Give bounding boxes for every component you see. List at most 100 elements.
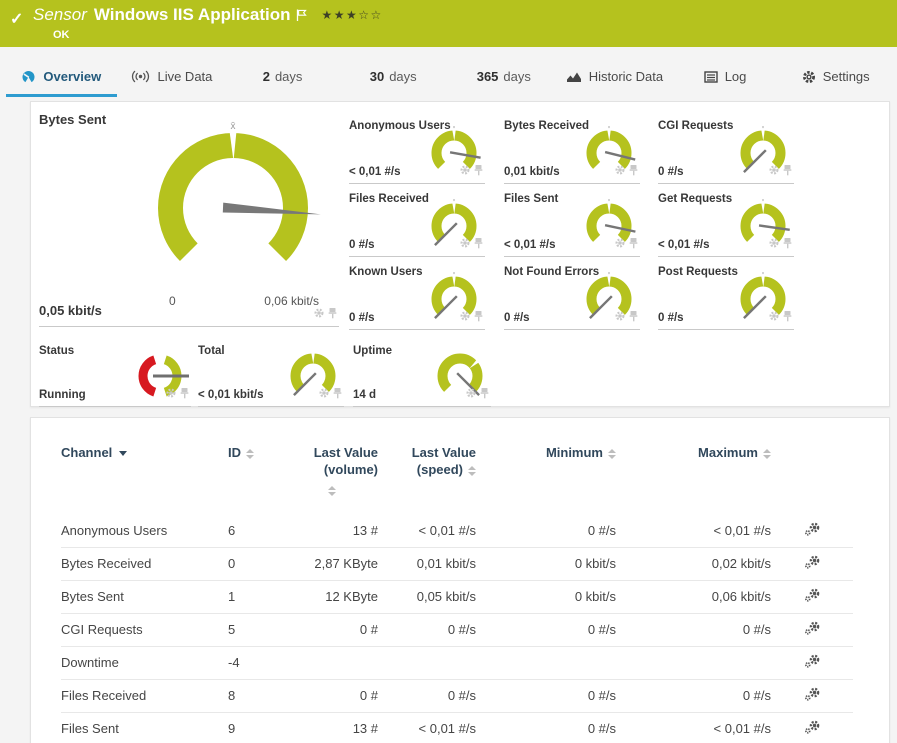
pin-icon[interactable] [783, 238, 792, 249]
gauge-value: 0 #/s [349, 239, 375, 251]
pin-icon[interactable] [333, 388, 342, 399]
page-title: Windows IIS Application [93, 5, 291, 24]
gear-icon[interactable] [615, 311, 625, 321]
pin-icon[interactable] [480, 388, 489, 399]
gauge-cell-known-users[interactable]: Known Users 0 #/s [349, 266, 485, 330]
gauge-cell-not-found-errors[interactable]: Not Found Errors 0 #/s [504, 266, 640, 330]
pin-icon[interactable] [328, 308, 337, 319]
tab-label: Settings [822, 69, 870, 84]
sort-icon [328, 485, 336, 496]
gauge-cell-files-received[interactable]: Files Received 0 #/s [349, 193, 485, 257]
gauge-cell-bytes-received[interactable]: Bytes Received 0,01 kbit/s [504, 120, 640, 184]
channel-settings-icon[interactable] [804, 687, 821, 704]
column-header-id[interactable]: ID [228, 444, 286, 514]
channel-name[interactable]: Files Sent [61, 712, 228, 743]
gauge-cell-uptime[interactable]: Uptime 14 d [353, 345, 491, 407]
channel-name[interactable]: Files Received [61, 679, 228, 713]
flag-icon[interactable] [296, 9, 308, 22]
channel-settings-icon[interactable] [804, 621, 821, 638]
pin-icon[interactable] [783, 311, 792, 322]
gauge-value: 0 #/s [504, 312, 530, 324]
tab-number: 2 [262, 69, 270, 84]
gauge-cell-files-sent[interactable]: Files Sent < 0,01 #/s [504, 193, 640, 257]
gauge-value: 14 d [353, 389, 377, 401]
channel-settings-icon[interactable] [804, 555, 821, 572]
tab-365-days[interactable]: 365 days [449, 59, 560, 97]
tab-log[interactable]: Log [670, 59, 781, 97]
sensor-header: ✓ Sensor Windows IIS Application ★★★☆☆ O… [0, 0, 897, 47]
gauge-value: 0 #/s [658, 312, 684, 324]
stars-filled: ★★★ [321, 8, 359, 22]
gear-icon[interactable] [769, 311, 779, 321]
gauge-value: < 0,01 #/s [504, 239, 556, 251]
gear-icon[interactable] [460, 311, 470, 321]
channel-settings-icon[interactable] [804, 720, 821, 737]
gauge-value: < 0,01 #/s [658, 239, 710, 251]
tab-overview[interactable]: Overview [6, 59, 117, 97]
gauge-cell-cgi-requests[interactable]: CGI Requests 0 #/s [658, 120, 794, 184]
pin-icon[interactable] [180, 388, 189, 399]
gear-icon[interactable] [319, 388, 329, 398]
gauge-cell-get-requests[interactable]: Get Requests < 0,01 #/s [658, 193, 794, 257]
status-badge: OK [53, 29, 70, 41]
sort-icon [246, 448, 254, 459]
channel-name[interactable]: CGI Requests [61, 613, 228, 647]
channel-settings-icon[interactable] [804, 588, 821, 605]
gear-icon[interactable] [460, 238, 470, 248]
column-header-channel[interactable]: Channel [61, 444, 228, 514]
gauge-value: 0,05 kbit/s [39, 303, 102, 318]
tab-2-days[interactable]: 2 days [227, 59, 338, 97]
sort-icon [468, 465, 476, 476]
pin-icon[interactable] [629, 238, 638, 249]
sort-desc-icon [119, 451, 128, 457]
pin-icon[interactable] [474, 165, 483, 176]
tab-historic-data[interactable]: Historic Data [559, 59, 670, 97]
gear-icon[interactable] [314, 308, 324, 318]
gear-icon[interactable] [769, 238, 779, 248]
pin-icon[interactable] [474, 238, 483, 249]
bytes-sent-gauge: x̄ [158, 121, 321, 262]
priority-stars[interactable]: ★★★☆☆ [321, 4, 382, 26]
pin-icon[interactable] [629, 165, 638, 176]
tab-label: days [503, 69, 531, 84]
channel-name[interactable]: Downtime [61, 646, 228, 680]
channel-settings-icon[interactable] [804, 522, 821, 539]
channel-name[interactable]: Bytes Received [61, 547, 228, 581]
pin-icon[interactable] [474, 311, 483, 322]
average-marker: x̄ [231, 121, 236, 132]
gear-icon[interactable] [615, 165, 625, 175]
gear-icon[interactable] [615, 238, 625, 248]
column-header-last-value-speed[interactable]: Last Value (speed) [378, 444, 476, 514]
gear-icon [802, 70, 815, 83]
tab-live-data[interactable]: Live Data [117, 59, 228, 97]
column-header-last-value-volume[interactable]: Last Value (volume) [286, 444, 378, 514]
gauge-cell-status[interactable]: Status Running [39, 345, 191, 407]
gauge-cell-total[interactable]: Total < 0,01 kbit/s [198, 345, 344, 407]
gear-icon[interactable] [166, 388, 176, 398]
gear-icon[interactable] [466, 388, 476, 398]
gear-icon[interactable] [460, 165, 470, 175]
tab-30-days[interactable]: 30 days [338, 59, 449, 97]
channel-name[interactable]: Bytes Sent [61, 580, 228, 614]
area-chart-icon [566, 72, 581, 82]
gauge-cell-anonymous-users[interactable]: Anonymous Users < 0,01 #/s [349, 120, 485, 184]
tab-settings[interactable]: Settings [780, 59, 891, 97]
channel-settings-icon[interactable] [804, 654, 821, 671]
table-row: Bytes Sent 1 12 KByte 0,05 kbit/s 0 kbit… [61, 580, 853, 614]
table-row: CGI Requests 5 0 # 0 #/s 0 #/s 0 #/s [61, 613, 853, 647]
sort-icon [763, 448, 771, 459]
gauge-cell-post-requests[interactable]: Post Requests 0 #/s [658, 266, 794, 330]
channel-name[interactable]: Anonymous Users [61, 514, 228, 548]
table-row: Downtime -4 [61, 646, 853, 680]
gauge-value: 0,01 kbit/s [504, 166, 560, 178]
log-icon [704, 70, 718, 83]
column-header-minimum[interactable]: Minimum [476, 444, 616, 514]
gauge-value: < 0,01 #/s [349, 166, 401, 178]
pin-icon[interactable] [629, 311, 638, 322]
column-header-maximum[interactable]: Maximum [616, 444, 771, 514]
tab-label: Overview [43, 69, 102, 84]
gauge-cell-bytes-sent[interactable]: Bytes Sent x̄ 0 0,06 kbit/s 0,05 kbit/s [39, 112, 339, 327]
table-row: Files Sent 9 13 # < 0,01 #/s 0 #/s < 0,0… [61, 712, 853, 743]
pin-icon[interactable] [783, 165, 792, 176]
gear-icon[interactable] [769, 165, 779, 175]
